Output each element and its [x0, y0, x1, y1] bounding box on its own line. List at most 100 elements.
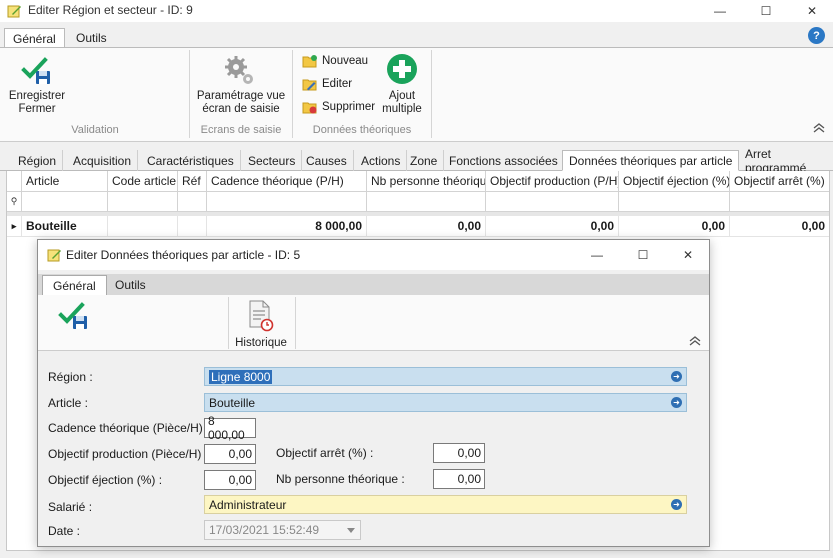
supprimer-label: Supprimer [322, 101, 376, 113]
new-folder-icon [302, 55, 317, 68]
close-button[interactable]: ✕ [792, 0, 832, 22]
tab-caracteristiques[interactable]: Caractéristiques [141, 150, 241, 171]
dialog-ribbon [38, 295, 709, 351]
arrow-right-icon[interactable]: ➜ [671, 499, 682, 510]
column-header-obj-ejection[interactable]: Objectif éjection (%) [619, 171, 730, 192]
save-check-icon [21, 57, 50, 84]
region-label: Région : [48, 370, 93, 384]
tab-zone[interactable]: Zone [404, 150, 445, 171]
salarie-value: Administrateur [209, 497, 287, 512]
editer-button[interactable]: Editer [302, 74, 352, 94]
collapse-ribbon-icon[interactable] [688, 335, 702, 347]
nouveau-button[interactable]: Nouveau [302, 51, 368, 71]
tab-fonctions-associees[interactable]: Fonctions associées [443, 150, 565, 171]
column-header-code-article[interactable]: Code article [108, 171, 178, 192]
filter-cell[interactable] [178, 192, 207, 212]
table-cell-obj-production[interactable]: 0,00 [486, 216, 619, 237]
dialog-tab-outils[interactable]: Outils [105, 275, 156, 295]
save-close-label-2: Fermer [18, 103, 56, 115]
filter-cell[interactable] [730, 192, 829, 212]
region-value: Ligne 8000 [209, 369, 273, 384]
dialog-maximize-button[interactable]: ☐ [623, 240, 663, 270]
history-document-icon [249, 300, 274, 332]
article-lookup[interactable]: Bouteille ➜ [204, 393, 687, 412]
date-label: Date : [48, 524, 81, 538]
cadence-input[interactable]: 8 000,00 [204, 414, 256, 442]
save-close-button[interactable]: Enregistrer Fermer [6, 52, 68, 115]
tab-causes[interactable]: Causes [300, 150, 354, 171]
help-icon[interactable]: ? [808, 27, 825, 44]
tab-acquisition[interactable]: Acquisition [67, 150, 139, 171]
filter-row-icon: ⚲ [7, 192, 22, 212]
filter-cell[interactable] [108, 192, 178, 212]
article-label: Article : [48, 396, 89, 410]
region-lookup[interactable]: Ligne 8000 ➜ [204, 367, 687, 386]
column-header-nb-personne[interactable]: Nb personne théorique [367, 171, 486, 192]
tab-secteurs[interactable]: Secteurs [242, 150, 303, 171]
arrow-right-icon[interactable]: ➜ [671, 371, 682, 382]
save-close-label-1: Enregistrer [8, 90, 66, 102]
obj-ejection-input[interactable]: 0,00 [204, 470, 256, 490]
add-circle-icon [387, 54, 417, 84]
group-title-donnees: Données théoriques [312, 124, 412, 136]
editer-label: Editer [322, 78, 353, 90]
minimize-button[interactable]: — [700, 0, 740, 22]
tab-actions[interactable]: Actions [355, 150, 408, 171]
nb-personne-input[interactable]: 0,00 [433, 469, 485, 489]
dialog-minimize-button[interactable]: — [577, 240, 617, 270]
group-title-validation: Validation [71, 124, 119, 136]
edit-folder-icon [302, 79, 317, 91]
column-header-article[interactable]: Article [22, 171, 108, 192]
ribbon-tabstrip [0, 22, 833, 48]
obj-production-input[interactable]: 0,00 [204, 444, 256, 464]
column-header-obj-production[interactable]: Objectif production (P/H) [486, 171, 619, 192]
obj-production-label: Objectif production (Pièce/H) : [48, 447, 209, 461]
table-cell-obj-arret[interactable]: 0,00 [730, 216, 829, 237]
tab-region[interactable]: Région [12, 150, 64, 171]
ajout-label-1: Ajout [388, 90, 416, 102]
table-cell-code[interactable] [108, 216, 178, 237]
cadence-label: Cadence théorique (Pièce/H) : [48, 421, 210, 435]
ajout-multiple-button[interactable]: Ajout multiple [378, 52, 426, 118]
date-value: 17/03/2021 15:52:49 [209, 523, 320, 537]
obj-ejection-label: Objectif éjection (%) : [48, 473, 163, 487]
filter-cell[interactable] [486, 192, 619, 212]
screen-settings-button[interactable]: Paramétrage vue écran de saisie [195, 52, 287, 118]
arrow-right-icon[interactable]: ➜ [671, 397, 682, 408]
table-cell-obj-ejection[interactable]: 0,00 [619, 216, 730, 237]
salarie-lookup[interactable]: Administrateur ➜ [204, 495, 687, 514]
filter-cell[interactable] [619, 192, 730, 212]
gears-icon [225, 56, 253, 84]
group-title-ecrans: Ecrans de saisie [200, 124, 282, 136]
column-header-cadence[interactable]: Cadence théorique (P/H) [207, 171, 367, 192]
supprimer-button[interactable]: Supprimer [302, 97, 375, 117]
dialog-close-button[interactable]: ✕ [668, 240, 708, 270]
dialog-title: Editer Données théoriques par article - … [66, 248, 301, 262]
obj-arret-input[interactable]: 0,00 [433, 443, 485, 463]
filter-cell[interactable] [22, 192, 108, 212]
tab-general[interactable]: Général [4, 28, 65, 48]
maximize-button[interactable]: ☐ [746, 0, 786, 22]
ajout-label-2: multiple [382, 103, 422, 115]
table-cell-cadence[interactable]: 8 000,00 [207, 216, 367, 237]
tab-arret-programme[interactable]: Arret programmé [739, 147, 833, 175]
date-picker[interactable]: 17/03/2021 15:52:49 [204, 520, 361, 540]
table-cell-ref[interactable] [178, 216, 207, 237]
filter-cell[interactable] [207, 192, 367, 212]
collapse-ribbon-icon[interactable] [812, 122, 826, 134]
table-cell-nb-personne[interactable]: 0,00 [367, 216, 486, 237]
window-title: Editer Région et secteur - ID: 9 [28, 3, 193, 17]
save-check-icon[interactable] [57, 301, 91, 333]
grid-indicator-header [7, 171, 22, 192]
salarie-label: Salarié : [48, 500, 93, 514]
edit-note-icon [7, 5, 21, 18]
column-header-obj-arret[interactable]: Objectif arrêt (%) [730, 171, 829, 192]
tab-outils[interactable]: Outils [68, 28, 115, 48]
chevron-down-icon[interactable] [347, 528, 355, 533]
tab-donnees-theoriques[interactable]: Données théoriques par article [562, 150, 740, 171]
historique-button[interactable]: Historique [231, 297, 291, 349]
filter-cell[interactable] [367, 192, 486, 212]
dialog-tab-general[interactable]: Général [42, 275, 107, 295]
column-header-ref[interactable]: Réf [178, 171, 207, 192]
table-cell-article[interactable]: Bouteille [22, 216, 108, 237]
